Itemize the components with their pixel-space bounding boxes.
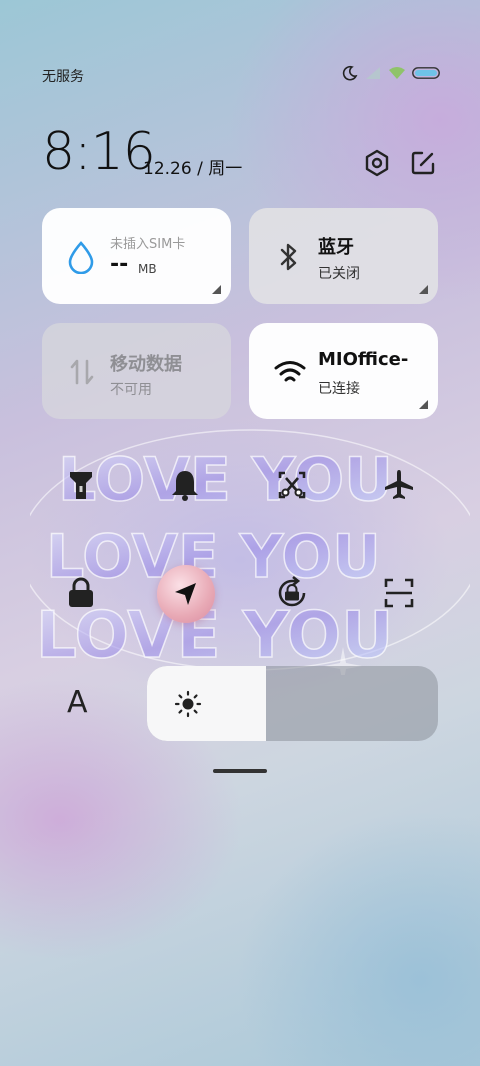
wifi-status: 已连接 <box>318 381 360 397</box>
water-drop-icon <box>68 241 94 274</box>
screenshot-icon[interactable] <box>274 467 310 503</box>
sun-icon <box>174 690 202 718</box>
wallpaper-art: LOVE YOU LOVE YOU LOVE YOU <box>30 429 470 675</box>
edit-icon[interactable] <box>408 148 438 178</box>
status-bar: 无服务 <box>42 65 440 86</box>
mobile-data-title: 移动数据 <box>110 354 182 375</box>
data-usage-tile[interactable]: 未插入SIM卡 -- MB <box>42 208 231 304</box>
font-a-icon[interactable]: A <box>67 685 88 720</box>
mobile-data-tile[interactable]: 移动数据 不可用 <box>42 323 231 419</box>
carrier-label: 无服务 <box>42 69 84 85</box>
date-label: 12.26 / 周一 <box>143 159 243 179</box>
bluetooth-status: 已关闭 <box>318 266 360 282</box>
battery-icon <box>412 67 440 79</box>
wifi-icon <box>274 361 306 382</box>
bluetooth-tile[interactable]: 蓝牙 已关闭 <box>249 208 438 304</box>
rotation-lock-icon[interactable] <box>274 575 310 611</box>
bluetooth-title: 蓝牙 <box>318 237 354 258</box>
control-center: { "status_bar": { "carrier": "无服务", "ico… <box>0 0 480 1066</box>
data-usage-value: -- <box>110 252 129 277</box>
expand-corner-icon[interactable] <box>419 285 428 294</box>
scan-icon[interactable] <box>381 575 417 611</box>
wifi-icon <box>389 67 405 79</box>
signal-icon <box>366 67 380 79</box>
flashlight-icon[interactable] <box>63 467 99 503</box>
moon-icon <box>342 65 358 81</box>
clock-time: 8:16 <box>42 122 156 182</box>
wifi-tile[interactable]: MIOffice- 已连接 <box>249 323 438 419</box>
location-icon <box>175 583 196 605</box>
airplane-icon[interactable] <box>381 467 417 503</box>
data-usage-unit: MB <box>138 262 157 276</box>
data-arrows-icon <box>70 359 94 385</box>
data-usage-title: 未插入SIM卡 <box>110 237 186 252</box>
brightness-slider-fill <box>147 666 267 741</box>
status-icons <box>342 65 440 81</box>
lock-icon[interactable] <box>63 575 99 611</box>
wifi-network-name: MIOffice- <box>318 349 409 370</box>
expand-corner-icon[interactable] <box>419 400 428 409</box>
brightness-slider[interactable] <box>147 666 438 741</box>
wallpaper-text-1: LOVE YOU <box>58 445 393 515</box>
settings-icon[interactable] <box>362 148 392 178</box>
mobile-data-status: 不可用 <box>110 382 152 398</box>
location-toggle[interactable] <box>157 565 215 623</box>
bluetooth-icon <box>280 243 297 271</box>
home-indicator[interactable] <box>213 769 267 773</box>
bell-icon[interactable] <box>167 467 203 503</box>
expand-corner-icon[interactable] <box>212 285 221 294</box>
clock-row: 8:16 12.26 / 周一 <box>42 122 438 182</box>
